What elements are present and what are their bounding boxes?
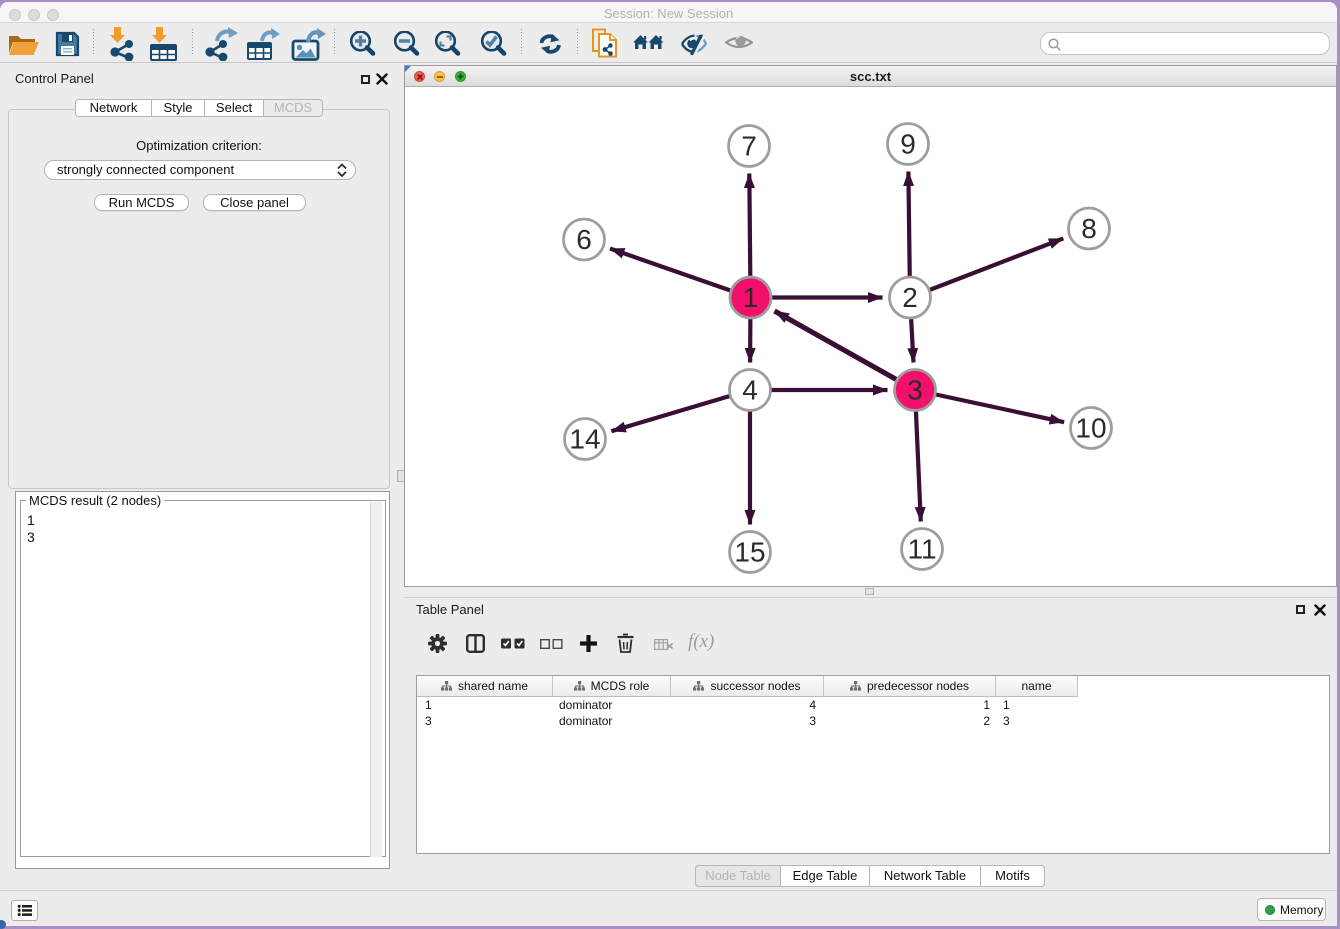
svg-text:2: 2 xyxy=(902,282,918,313)
svg-text:10: 10 xyxy=(1075,413,1106,444)
svg-text:15: 15 xyxy=(734,537,765,568)
svg-text:1: 1 xyxy=(743,282,759,313)
svg-text:4: 4 xyxy=(742,375,758,406)
svg-text:3: 3 xyxy=(907,375,923,406)
svg-text:6: 6 xyxy=(576,224,592,255)
svg-text:14: 14 xyxy=(569,424,600,455)
svg-text:7: 7 xyxy=(741,131,757,162)
svg-text:11: 11 xyxy=(907,534,936,565)
svg-text:8: 8 xyxy=(1081,213,1097,244)
svg-text:9: 9 xyxy=(900,129,916,160)
